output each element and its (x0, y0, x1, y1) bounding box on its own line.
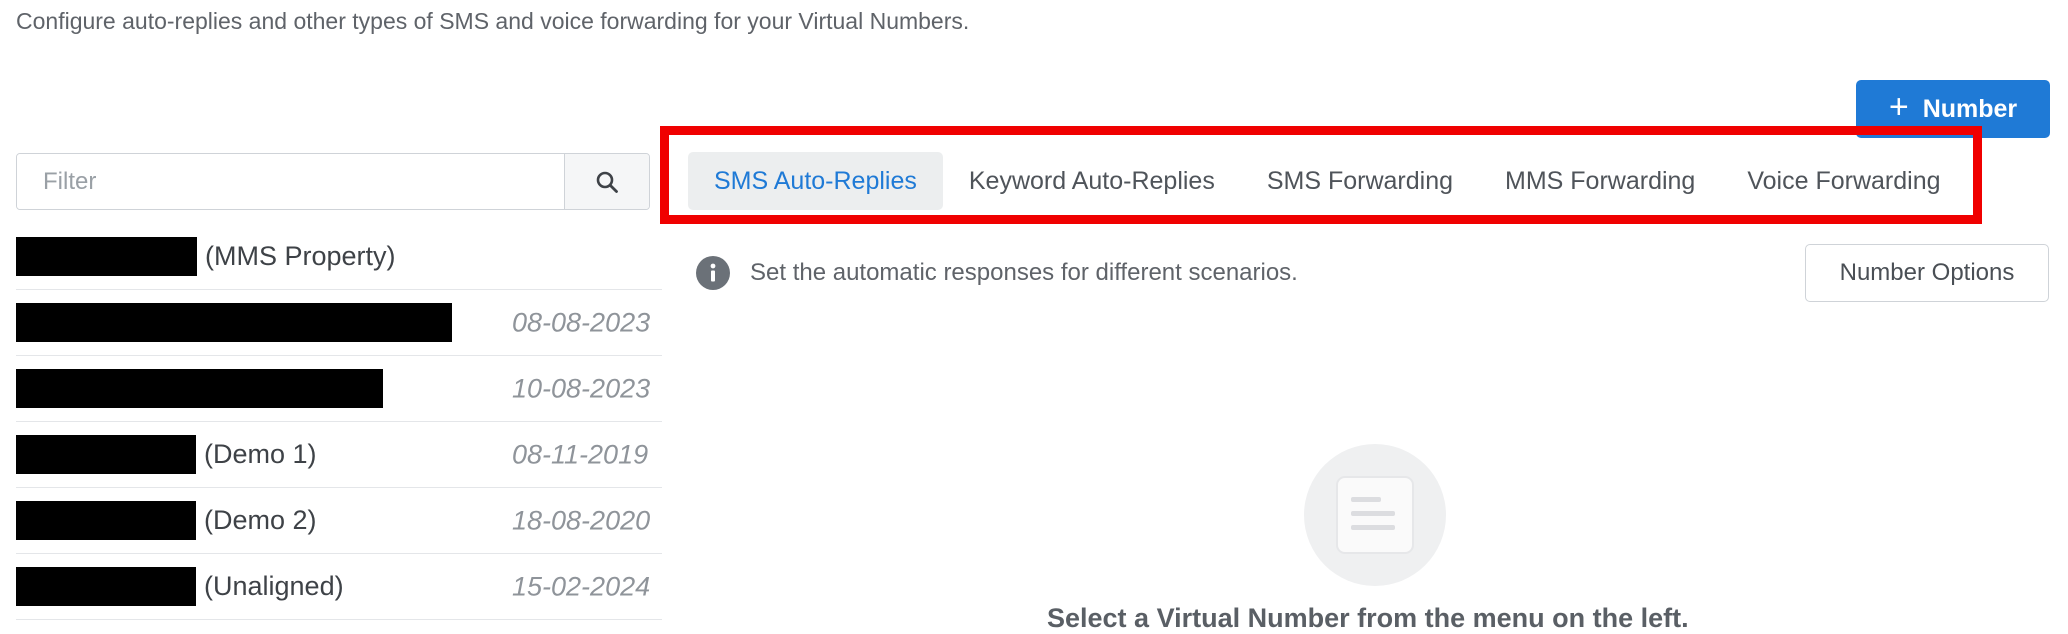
list-item[interactable]: 10-08-2023 (16, 356, 662, 422)
empty-state-message: Select a Virtual Number from the menu on… (1047, 603, 1689, 633)
info-icon (696, 256, 730, 290)
item-date: 15-02-2024 (512, 571, 651, 601)
list-item[interactable]: 08-08-2023 (16, 290, 662, 356)
search-button[interactable] (564, 154, 649, 209)
virtual-number-list: (MMS Property) 08-08-2023 10-08-2023 (De… (16, 224, 662, 620)
item-date: 10-08-2023 (512, 373, 651, 403)
redacted-number (16, 237, 197, 276)
info-text: Set the automatic responses for differen… (750, 259, 1298, 286)
search-icon (596, 171, 618, 193)
filter-input[interactable] (17, 154, 564, 209)
list-item[interactable]: (MMS Property) (16, 224, 662, 290)
list-item[interactable]: (Unaligned) 15-02-2024 (16, 554, 662, 620)
list-item[interactable]: (Demo 2) 18-08-2020 (16, 488, 662, 554)
item-date: 08-08-2023 (512, 307, 651, 337)
item-label: (Demo 2) (204, 505, 317, 535)
item-label: (MMS Property) (205, 241, 396, 271)
filter-box (16, 153, 650, 210)
redacted-number (16, 303, 452, 342)
info-line: Set the automatic responses for differen… (696, 256, 1298, 290)
redacted-number (16, 435, 196, 474)
add-number-label: Number (1922, 94, 2018, 123)
item-date: 18-08-2020 (512, 505, 651, 535)
highlight-frame (660, 126, 1982, 224)
number-options-button[interactable]: Number Options (1805, 244, 2049, 302)
page-subtitle: Configure auto-replies and other types o… (16, 8, 970, 34)
redacted-number (16, 567, 196, 606)
item-label: (Unaligned) (204, 571, 344, 601)
item-label: (Demo 1) (204, 439, 317, 469)
list-item[interactable]: (Demo 1) 08-11-2019 (16, 422, 662, 488)
plus-icon: + (1888, 88, 1909, 126)
item-date: 08-11-2019 (512, 439, 649, 469)
document-icon (1336, 476, 1414, 554)
redacted-number (16, 501, 196, 540)
redacted-number (16, 369, 383, 408)
empty-state-icon-container (1304, 444, 1446, 586)
